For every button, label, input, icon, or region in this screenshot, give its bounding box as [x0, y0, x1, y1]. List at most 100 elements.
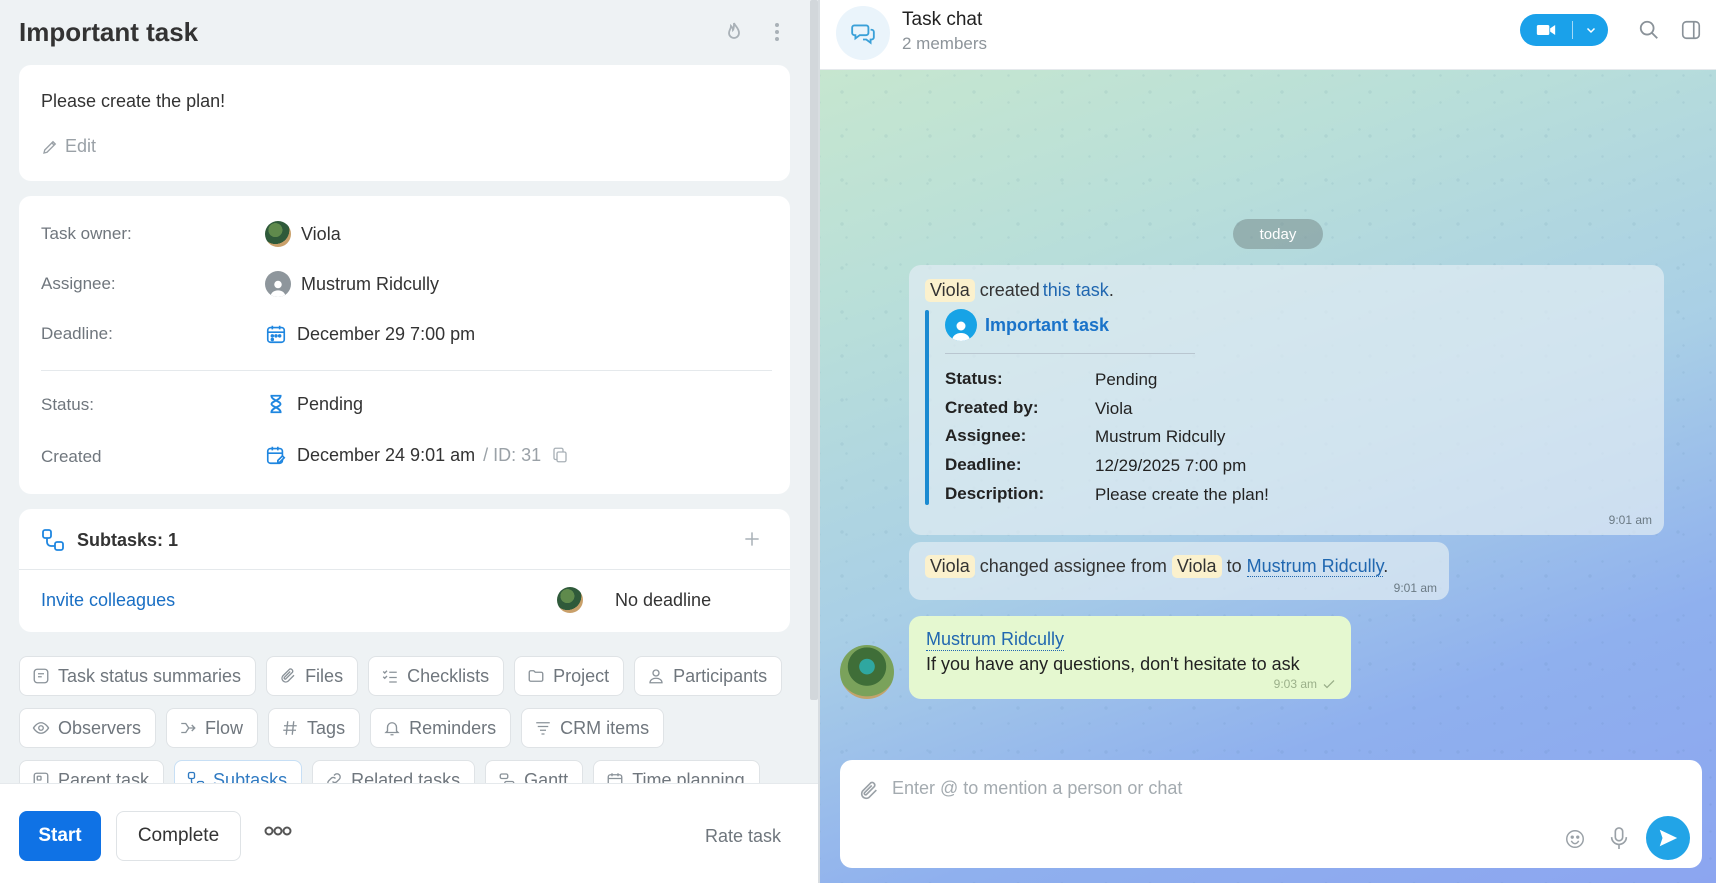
chip-label: Tags	[307, 717, 346, 738]
chip-label: Reminders	[409, 717, 497, 738]
send-button[interactable]	[1646, 816, 1690, 860]
calendar-icon	[606, 771, 624, 783]
checkmark-icon	[1323, 679, 1335, 689]
search-icon[interactable]	[1638, 19, 1660, 41]
chip-observers[interactable]: Observers	[19, 708, 157, 748]
paperclip-icon	[279, 667, 297, 685]
chat-header: Task chat 2 members	[820, 0, 1716, 70]
message-composer[interactable]: Enter @ to mention a person or chat	[840, 760, 1702, 868]
hashtag-icon	[281, 719, 299, 737]
message-text: Viola created this task.	[925, 279, 1114, 302]
quote-bar	[925, 310, 929, 505]
avatar	[265, 221, 291, 247]
chip-label: Project	[553, 665, 610, 686]
outgoing-message: Mustrum Ridcully If you have any questio…	[909, 616, 1351, 699]
edit-label: Edit	[65, 136, 97, 156]
chip-task-status-summaries[interactable]: Task status summaries	[19, 656, 257, 696]
chip-subtasks[interactable]: Subtasks	[174, 760, 303, 784]
chip-time-planning[interactable]: Time planning	[593, 760, 760, 783]
chip-crm-items[interactable]: CRM items	[521, 708, 665, 748]
message-text: Viola changed assignee from Viola to Mus…	[925, 555, 1388, 578]
chat-title: Task chat	[902, 9, 983, 30]
chat-members-count[interactable]: 2 members	[902, 34, 987, 54]
subtask-link[interactable]: Invite colleagues	[41, 590, 175, 611]
copy-icon[interactable]	[551, 446, 569, 464]
rate-task-button[interactable]: Rate task	[705, 826, 781, 847]
chip-related-tasks[interactable]: Related tasks	[312, 760, 476, 784]
chat-bubbles-icon	[836, 6, 890, 60]
task-panel: Important task Please create the plan! E…	[0, 0, 818, 883]
quote-field-value: Please create the plan!	[1095, 485, 1269, 504]
message-input[interactable]: Enter @ to mention a person or chat	[892, 778, 1182, 799]
chip-label: Checklists	[407, 665, 490, 686]
chat-messages-area[interactable]: today Viola created this task. Important…	[820, 70, 1716, 883]
crm-funnel-icon	[534, 719, 552, 737]
chip-label: Flow	[205, 717, 244, 738]
more-horizontal-icon[interactable]	[264, 824, 292, 838]
video-call-button[interactable]	[1520, 14, 1608, 46]
avatar[interactable]	[840, 645, 894, 699]
user-link[interactable]: Mustrum Ridcully	[1246, 556, 1384, 577]
chip-label: Related tasks	[351, 769, 461, 784]
emoji-icon[interactable]	[1564, 828, 1586, 850]
subtasks-icon	[187, 771, 205, 783]
deadline-value[interactable]: December 29 7:00 pm	[265, 323, 475, 345]
subtasks-title: Subtasks: 1	[77, 529, 179, 550]
created-value: December 24 9:01 am / ID: 31	[265, 444, 569, 466]
message-body: If you have any questions, don't hesitat…	[926, 654, 1300, 674]
scrollbar[interactable]	[810, 0, 818, 700]
chip-gantt[interactable]: Gantt	[485, 760, 584, 783]
start-button[interactable]: Start	[19, 811, 101, 861]
chip-files[interactable]: Files	[266, 656, 359, 696]
assignee-value[interactable]: Mustrum Ridcully	[265, 271, 439, 297]
message-verb: created	[979, 280, 1040, 300]
flame-icon[interactable]	[722, 20, 746, 44]
complete-button[interactable]: Complete	[116, 811, 241, 861]
microphone-icon[interactable]	[1608, 826, 1630, 850]
chip-label: Parent task	[58, 769, 150, 784]
chip-label: CRM items	[560, 717, 650, 738]
status-text: Pending	[297, 393, 364, 414]
quote-field-value: Viola	[1095, 399, 1133, 418]
chip-tags[interactable]: Tags	[268, 708, 361, 748]
video-camera-icon	[1520, 23, 1572, 37]
chip-project[interactable]: Project	[514, 656, 625, 696]
quote-field-value: 12/29/2025 7:00 pm	[1095, 456, 1247, 475]
divider	[19, 569, 790, 570]
system-message-assignee-changed: Viola changed assignee from Viola to Mus…	[909, 542, 1449, 600]
quoted-task-title: Important task	[985, 314, 1110, 335]
chip-checklists[interactable]: Checklists	[368, 656, 505, 696]
chip-reminders[interactable]: Reminders	[370, 708, 512, 748]
flow-icon	[179, 719, 197, 737]
quote-field-label: Assignee:	[945, 426, 1027, 445]
user-mention[interactable]: Viola	[925, 279, 975, 302]
quote-field-label: Deadline:	[945, 455, 1022, 474]
task-link[interactable]: this task	[1043, 280, 1109, 300]
message-time: 9:01 am	[1393, 581, 1437, 595]
owner-value[interactable]: Viola	[265, 221, 341, 247]
add-subtask-icon[interactable]	[742, 529, 762, 549]
created-text: December 24 9:01 am	[297, 444, 476, 465]
link-icon	[325, 771, 343, 783]
sidebar-toggle-icon[interactable]	[1680, 19, 1702, 41]
chip-flow[interactable]: Flow	[166, 708, 259, 748]
chip-label: Subtasks	[213, 769, 288, 784]
deadline-label: Deadline:	[41, 324, 113, 343]
pencil-icon	[41, 138, 59, 156]
edit-description-button[interactable]: Edit	[41, 136, 96, 157]
paperclip-icon[interactable]	[858, 780, 880, 802]
chip-parent-task[interactable]: Parent task	[19, 760, 165, 784]
user-mention[interactable]: Viola	[1171, 555, 1222, 578]
subtasks-card: Subtasks: 1 Invite colleagues No deadlin…	[19, 509, 790, 632]
checklist-icon	[381, 667, 399, 685]
chevron-down-icon[interactable]	[1573, 24, 1608, 36]
quoted-task-link[interactable]: Important task	[945, 309, 1109, 341]
message-punctuation: .	[1383, 556, 1389, 576]
message-author[interactable]: Mustrum Ridcully	[926, 629, 1065, 651]
chip-label: Files	[305, 665, 344, 686]
user-mention[interactable]: Viola	[925, 555, 975, 578]
chip-participants[interactable]: Participants	[634, 656, 783, 696]
feature-chips-row-2: Observers Flow Tags Reminders CRM items	[19, 708, 665, 748]
chat-panel: Task chat 2 members today Viola created	[820, 0, 1716, 883]
more-vertical-icon[interactable]	[765, 20, 789, 44]
